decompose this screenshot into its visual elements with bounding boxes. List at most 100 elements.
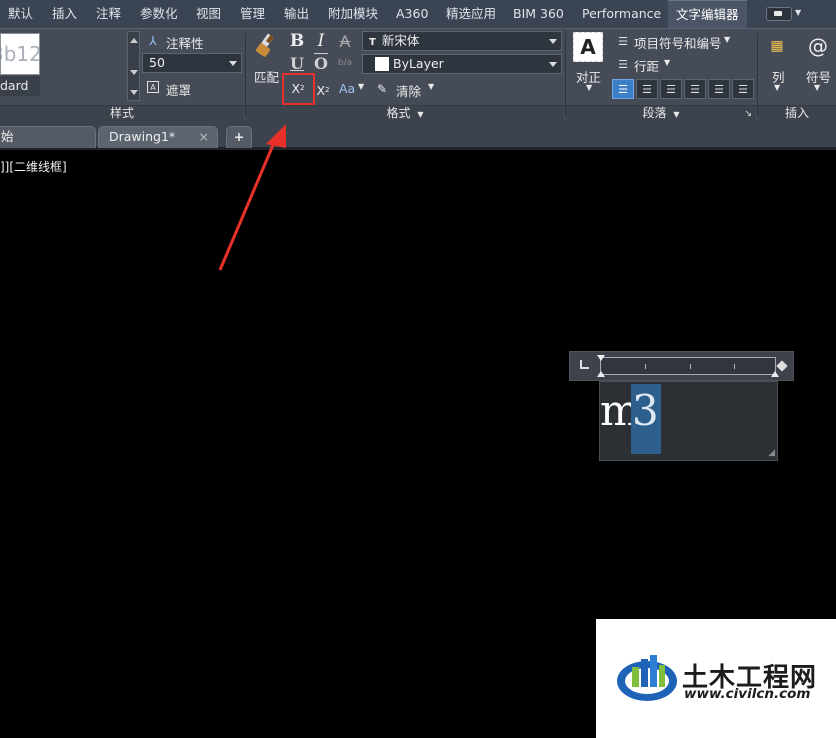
chevron-down-icon — [229, 61, 237, 66]
justify-glyph: A — [580, 35, 596, 59]
align-default-icon[interactable]: ☰ — [612, 79, 634, 99]
text-height-value: 50 — [149, 55, 165, 70]
insert-panel: ▦ 列 ▼ @ 符号 ▼ 插入 — [758, 29, 836, 121]
color-name: ByLayer — [393, 56, 444, 71]
subscript-mark: 2 — [325, 86, 330, 94]
right-indent-icon[interactable] — [771, 371, 779, 377]
annotation-arrow-icon — [218, 124, 286, 271]
align-distribute-icon[interactable]: ☰ — [732, 79, 754, 99]
tab-output[interactable]: 输出 — [284, 0, 309, 28]
align-center-icon[interactable]: ☰ — [660, 79, 682, 99]
clear-format-icon: ✎ — [376, 82, 388, 96]
ribbon: 3b12 dard ⅄ 注释性 50 A 遮罩 样式 — [0, 28, 836, 121]
superscript-mark: 2 — [300, 84, 305, 92]
selected-text[interactable]: 3 — [632, 388, 659, 434]
match-brush-icon[interactable] — [254, 33, 280, 61]
scroll-up-icon[interactable] — [130, 38, 138, 43]
tab-addins[interactable]: 附加模块 — [328, 0, 378, 28]
first-indent-icon[interactable] — [597, 355, 605, 361]
tab-bim360[interactable]: BIM 360 — [513, 0, 564, 28]
tab-text-editor[interactable]: 文字编辑器 — [668, 0, 747, 28]
tab-annotate[interactable]: 注释 — [96, 0, 121, 28]
style-scroll[interactable] — [127, 31, 140, 101]
annotative-icon: ⅄ — [149, 34, 157, 48]
strikethrough-button[interactable]: A — [336, 31, 354, 51]
mask-icon: A — [147, 81, 159, 93]
color-dropdown[interactable]: ByLayer — [362, 54, 562, 74]
ruler-tick — [645, 364, 646, 369]
width-handle-icon[interactable] — [776, 360, 788, 372]
overline-button[interactable]: O — [312, 53, 330, 73]
style-preview[interactable]: 3b12 — [0, 33, 40, 75]
match-button[interactable]: 匹配 — [254, 67, 279, 86]
change-case-button[interactable]: Aa — [339, 81, 355, 96]
annotative-button[interactable]: 注释性 — [166, 33, 204, 52]
panel-toggle-icon[interactable] — [766, 7, 792, 21]
chevron-down-icon[interactable]: ▼ — [795, 8, 801, 17]
superscript-button[interactable]: X2 — [286, 77, 310, 99]
chevron-down-icon[interactable]: ▼ — [428, 82, 434, 91]
italic-button[interactable]: I — [312, 31, 330, 51]
text-edit-box[interactable]: m 3 ◢ — [599, 381, 778, 461]
chevron-down-icon[interactable]: ▼ — [774, 83, 780, 92]
tab-featured[interactable]: 精选应用 — [446, 0, 496, 28]
tab-a360[interactable]: A360 — [396, 0, 428, 28]
chevron-down-icon: ▼ — [417, 110, 424, 119]
columns-icon: ▦ — [770, 38, 784, 54]
tab-type-icon[interactable] — [580, 360, 589, 369]
subscript-x: X — [316, 82, 326, 98]
ruler-tick — [690, 364, 691, 369]
scroll-down-icon[interactable] — [130, 70, 138, 75]
font-name: 新宋体 — [381, 33, 420, 48]
clear-button[interactable]: 清除 — [396, 81, 421, 100]
format-panel-title[interactable]: 格式 ▼ — [246, 105, 564, 121]
tab-view[interactable]: 视图 — [196, 0, 221, 28]
text-height-dropdown[interactable]: 50 — [142, 53, 242, 73]
text-ruler[interactable] — [569, 351, 794, 381]
stack-button[interactable]: b/a — [336, 53, 354, 73]
chevron-down-icon[interactable]: ▼ — [724, 35, 730, 44]
bullets-button[interactable]: 项目符号和编号 — [634, 33, 722, 52]
start-tab[interactable]: 始 — [0, 126, 96, 148]
chevron-down-icon[interactable]: ▼ — [358, 82, 364, 91]
expand-gallery-icon[interactable] — [130, 90, 138, 95]
style-panel-title[interactable]: 样式 — [0, 105, 244, 121]
symbol-icon: @ — [808, 34, 828, 58]
tab-parametric[interactable]: 参数化 — [140, 0, 178, 28]
insert-panel-title[interactable]: 插入 — [758, 105, 836, 121]
viewport-controls[interactable]: ]][二维线框] — [0, 158, 67, 175]
tab-manage[interactable]: 管理 — [240, 0, 265, 28]
style-panel: 3b12 dard ⅄ 注释性 50 A 遮罩 样式 — [0, 29, 244, 121]
chevron-down-icon[interactable]: ▼ — [664, 58, 670, 67]
line-spacing-button[interactable]: 行距 — [634, 56, 659, 75]
bullets-icon: ☰ — [618, 34, 628, 48]
logo-emblem-icon — [617, 655, 677, 701]
align-justify-icon[interactable]: ☰ — [708, 79, 730, 99]
bold-button[interactable]: B — [288, 31, 306, 51]
tab-insert[interactable]: 插入 — [52, 0, 77, 28]
ribbon-tab-bar: 默认 插入 注释 参数化 视图 管理 输出 附加模块 A360 精选应用 BIM… — [0, 0, 836, 28]
underline-button[interactable]: U — [288, 53, 306, 73]
subscript-button[interactable]: X2 — [312, 79, 334, 101]
chevron-down-icon[interactable]: ▼ — [814, 83, 820, 92]
chevron-down-icon[interactable]: ▼ — [586, 83, 592, 92]
mask-button[interactable]: 遮罩 — [166, 80, 191, 99]
chevron-down-icon: ▼ — [673, 110, 680, 119]
alignment-buttons: ☰ ☰ ☰ ☰ ☰ ☰ — [610, 79, 754, 99]
color-swatch — [375, 57, 389, 71]
justify-icon[interactable]: A — [573, 32, 603, 62]
align-left-icon[interactable]: ☰ — [636, 79, 658, 99]
ruler-track[interactable] — [597, 355, 779, 377]
style-name-box[interactable]: dard — [0, 76, 40, 96]
paragraph-panel-title[interactable]: 段落 ▼ ↘ — [566, 105, 756, 121]
style-preview-text: 3b12 — [1, 42, 40, 66]
font-dropdown[interactable]: T 新宋体 — [362, 31, 562, 51]
hanging-indent-icon[interactable] — [597, 371, 605, 377]
align-right-icon[interactable]: ☰ — [684, 79, 706, 99]
superscript-x: X — [291, 80, 301, 96]
tab-performance[interactable]: Performance — [582, 0, 661, 28]
resize-grip-icon[interactable]: ◢ — [768, 448, 775, 458]
drawing-tab[interactable]: Drawing1* × — [98, 126, 218, 148]
close-icon[interactable]: × — [199, 127, 209, 147]
tab-default[interactable]: 默认 — [8, 0, 33, 28]
